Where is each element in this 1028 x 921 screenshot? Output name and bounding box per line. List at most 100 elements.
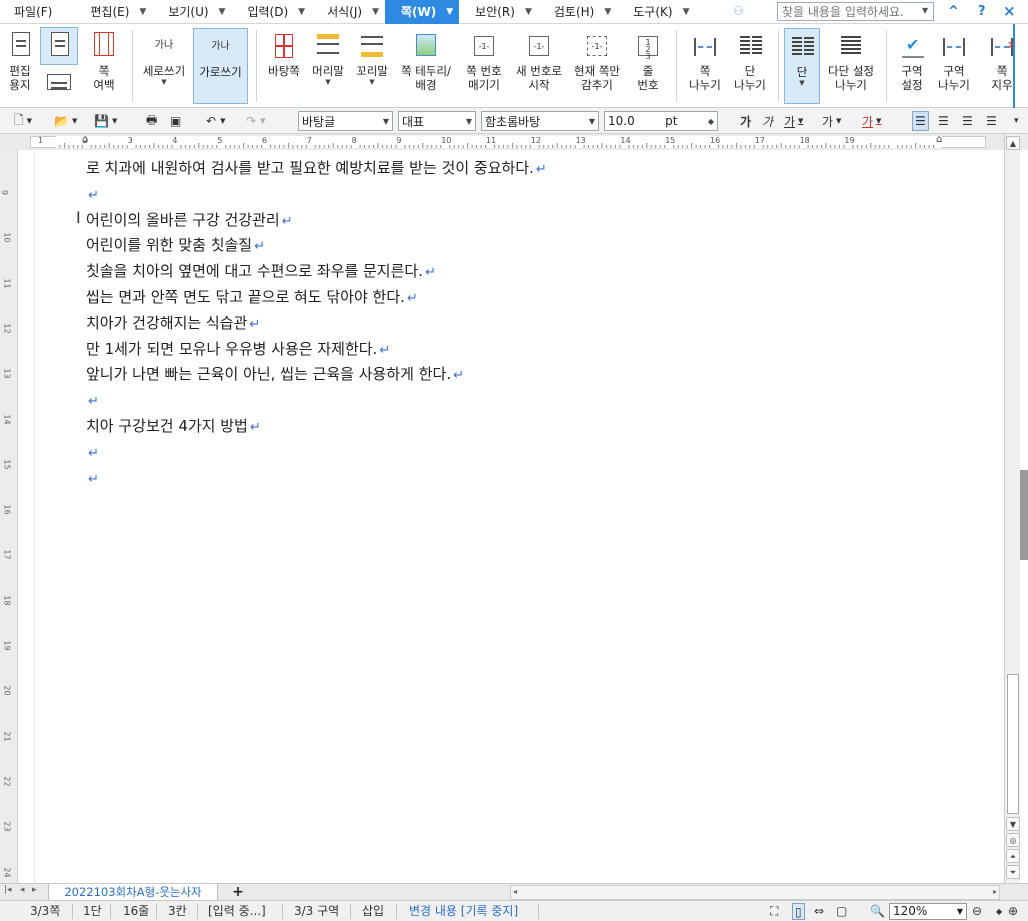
chevron-down-icon[interactable]: ▼ — [799, 79, 804, 88]
menu-file[interactable]: 파일(F) — [0, 0, 58, 24]
zoom-icon[interactable]: 🔍 — [870, 901, 885, 921]
paragraph-line[interactable]: 어린이의 올바른 구강 건강관리 ↵ — [86, 209, 293, 231]
print-icon[interactable]: 🖶 — [146, 111, 157, 131]
open-folder-icon[interactable]: 📂 ▼ — [54, 111, 77, 131]
page-up-button[interactable]: ◎ — [1006, 833, 1020, 847]
new-number-button[interactable]: -1- 새 번호로 시작 — [511, 24, 567, 108]
horizontal-write-button[interactable]: 가나 가로쓰기 — [193, 28, 248, 104]
collapse-ribbon-button[interactable]: ^ — [948, 4, 959, 19]
paragraph-line[interactable]: ↵ — [86, 183, 99, 205]
tab-document[interactable]: 2022103회차A형-웃는사자 — [48, 884, 218, 901]
chevron-down-icon[interactable]: ▼ — [446, 7, 453, 17]
paragraph-line[interactable]: 치아 구강보건 4가지 방법 ↵ — [86, 415, 261, 437]
header-button[interactable]: 머리말 ▼ — [306, 24, 350, 108]
paragraph-line[interactable]: 씹는 면과 안쪽 면도 닦고 끝으로 혀도 닦아야 한다. ↵ — [86, 286, 418, 308]
fullscreen-icon[interactable]: ⛶ — [770, 901, 778, 921]
chevron-down-icon[interactable]: ▼ — [922, 6, 928, 15]
horizontal-scrollbar[interactable]: ◂ ▸ — [510, 885, 1000, 900]
language-select[interactable]: 대표 ▼ — [398, 111, 476, 131]
chevron-down-icon[interactable]: ▼ — [219, 7, 226, 17]
wide-view-icon[interactable]: ⇔ — [814, 901, 824, 921]
vertical-scrollbar[interactable]: ▲ ▼ ◎ ⏶ ⏷ — [1004, 134, 1020, 884]
paragraph-line[interactable]: 만 1세가 되면 모유나 우유병 사용은 자제한다. ↵ — [86, 338, 390, 360]
side-panel-handle[interactable] — [1020, 470, 1028, 560]
hide-page-button[interactable]: -1- 현재 쪽만 감추기 — [568, 24, 626, 108]
multi-column-button[interactable]: 다단 설정 나누기 — [822, 24, 880, 108]
font-color-icon[interactable]: 가 ▼ — [862, 111, 881, 131]
zoom-slider-icon[interactable]: ◆ — [996, 901, 1002, 921]
paragraph-line[interactable]: 치아가 건강해지는 식습관 ↵ — [86, 312, 260, 334]
chevron-down-icon[interactable]: ▼ — [161, 78, 166, 87]
status-page[interactable]: 3/3쪽 — [30, 901, 60, 921]
undo-icon[interactable]: ↶ ▼ — [206, 111, 225, 131]
preview-icon[interactable]: ▣ — [170, 111, 181, 131]
status-insert[interactable]: 삽입 — [362, 901, 384, 921]
columns-button[interactable]: 단 ▼ — [784, 28, 820, 104]
menu-view[interactable]: 보기(U) ▼ — [152, 0, 231, 24]
scroll-left-icon[interactable]: ◂ — [513, 887, 517, 896]
add-tab-button[interactable]: + — [220, 885, 256, 900]
tab-scroll-prev-icon[interactable]: ◂ — [20, 885, 25, 895]
right-margin-marker-icon[interactable]: ⌂ — [936, 134, 942, 145]
strikethrough-icon[interactable]: 가 ▼ — [822, 111, 841, 131]
chevron-down-icon[interactable]: ▼ — [604, 7, 611, 17]
document-page[interactable]: I 로 치과에 내원하여 검사를 받고 필요한 예방치료를 받는 것이 중요하다… — [18, 150, 1004, 883]
chevron-down-icon[interactable]: ▼ — [369, 78, 374, 87]
bold-icon[interactable]: 가 — [740, 111, 751, 131]
paragraph-line[interactable]: 앞니가 나면 빠는 근육이 아닌, 씹는 근육을 사용하게 한다. ↵ — [86, 363, 464, 385]
menu-format[interactable]: 서식(J) ▼ — [311, 0, 385, 24]
style-select[interactable]: 바탕글 ▼ — [298, 111, 393, 131]
portrait-button[interactable] — [40, 27, 78, 65]
status-column[interactable]: 1단 — [83, 901, 102, 921]
chevron-down-icon[interactable]: ▼ — [525, 7, 532, 17]
status-track-changes[interactable]: 변경 내용 [기록 중지] — [409, 901, 518, 921]
paragraph-line[interactable]: 어린이를 위한 맞춤 칫솔질 ↵ — [86, 234, 265, 256]
status-line[interactable]: 16줄 — [123, 901, 149, 921]
help-button[interactable]: ? — [978, 4, 986, 19]
scroll-up-button[interactable]: ▲ — [1006, 136, 1020, 150]
tab-scroll-first-icon[interactable]: |◂ — [4, 885, 12, 895]
status-input-mode[interactable]: [입력 중...] — [208, 901, 266, 921]
background-page-button[interactable]: 바탕쪽 — [262, 24, 306, 108]
scroll-thumb[interactable] — [1007, 674, 1019, 814]
fit-page-icon[interactable]: ▢ — [836, 901, 847, 921]
page-break-button[interactable]: 쪽 나누기 — [682, 24, 728, 108]
status-col[interactable]: 3칸 — [168, 901, 187, 921]
menu-edit[interactable]: 편집(E) ▼ — [58, 0, 152, 24]
italic-icon[interactable]: 가 — [762, 111, 773, 131]
paragraph-line[interactable]: 칫솔을 치아의 옆면에 대고 수편으로 좌우를 문지른다. ↵ — [86, 260, 436, 282]
page-view-icon[interactable]: ▯ — [792, 903, 805, 920]
scroll-right-icon[interactable]: ▸ — [993, 887, 997, 896]
footer-button[interactable]: 꼬리말 ▼ — [350, 24, 394, 108]
underline-icon[interactable]: 가 ▼ — [784, 111, 803, 131]
prev-page-button[interactable]: ⏶ — [1006, 849, 1020, 863]
paragraph-line[interactable]: 로 치과에 내원하여 검사를 받고 필요한 예방치료를 받는 것이 중요하다. ↵ — [86, 157, 547, 179]
menu-insert[interactable]: 입력(D) ▼ — [231, 0, 311, 24]
paragraph-line[interactable]: ↵ — [86, 389, 99, 411]
close-button[interactable]: × — [1003, 2, 1016, 20]
chevron-down-icon[interactable]: ▼ — [139, 7, 146, 17]
more-tools-icon[interactable]: ▾ — [1014, 111, 1019, 131]
page-number-button[interactable]: -1- 쪽 번호 매기기 — [458, 24, 510, 108]
horizontal-ruler[interactable]: ⌂ ⌂ 1 2 3 4 5 6 7 8 9 10 11 12 13 14 15 16 17 18 19 — [0, 134, 1028, 150]
next-page-button[interactable]: ⏷ — [1006, 865, 1020, 879]
align-center-icon[interactable]: ☰ — [962, 111, 973, 131]
scroll-down-button[interactable]: ▼ — [1006, 817, 1020, 831]
menu-tools[interactable]: 도구(K) ▼ — [617, 0, 695, 24]
search-input[interactable] — [777, 2, 934, 21]
chevron-down-icon[interactable]: ▼ — [372, 7, 379, 17]
zoom-out-icon[interactable]: ⊖ — [972, 901, 982, 921]
column-break-button[interactable]: 단 나누기 — [728, 24, 772, 108]
chevron-down-icon[interactable]: ▼ — [683, 7, 690, 17]
page-border-button[interactable]: 쪽 테두리/ 배경 — [396, 24, 456, 108]
redo-icon[interactable]: ↷ ▼ — [246, 111, 265, 131]
chevron-down-icon[interactable]: ▼ — [325, 78, 330, 87]
zoom-in-icon[interactable]: ⊕ — [1008, 901, 1018, 921]
line-number-button[interactable]: 123 줄 번호 — [628, 24, 668, 108]
menu-review[interactable]: 검토(H) ▼ — [538, 0, 617, 24]
landscape-button[interactable] — [40, 68, 78, 106]
align-left-icon[interactable]: ☰ — [938, 111, 949, 131]
status-section[interactable]: 3/3 구역 — [294, 901, 339, 921]
save-icon[interactable]: 💾 ▼ — [94, 111, 117, 131]
align-right-icon[interactable]: ☰ — [986, 111, 997, 131]
